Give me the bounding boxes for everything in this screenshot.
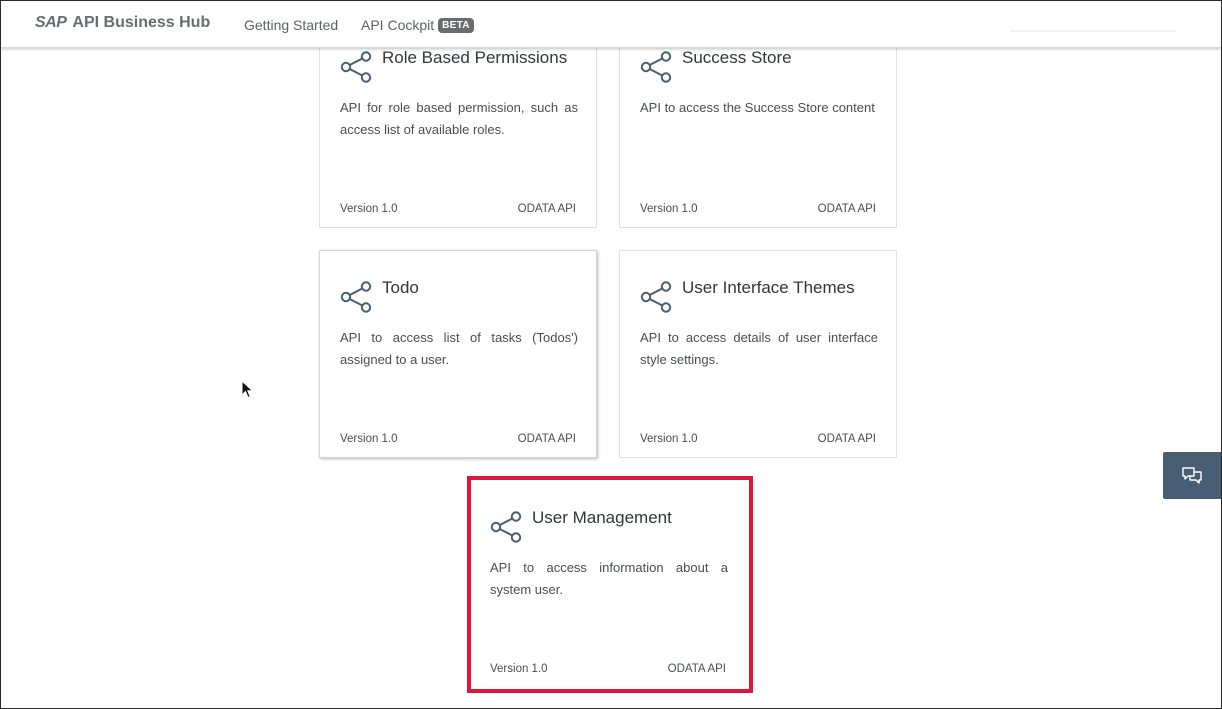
api-card-todo[interactable]: Todo API to access list of tasks (Todos'… [319,250,597,458]
brand-title: API Business Hub [72,14,211,31]
card-version: Version 1.0 [490,663,548,675]
share-icon [340,51,372,83]
card-version: Version 1.0 [640,433,698,445]
api-card-user-management[interactable]: User Management API to access informatio… [469,480,747,688]
api-card-user-interface-themes[interactable]: User Interface Themes API to access deta… [619,250,897,458]
card-version: Version 1.0 [640,203,698,215]
card-description: API to access details of user interface … [640,330,878,367]
card-title[interactable]: Success Store [682,48,792,68]
card-description: API to access list of tasks (Todos') ass… [340,330,578,367]
top-header: SAP API Business Hub Getting Started API… [1,1,1221,48]
card-api-type: ODATA API [817,433,876,445]
sap-logo: SAP [35,14,67,31]
card-description: API to access information about a system… [490,560,728,597]
card-title[interactable]: User Interface Themes [682,278,855,298]
api-card-success-store[interactable]: Success Store API to access the Success … [619,20,897,228]
header-placeholder [1010,30,1176,32]
api-card-role-based-permissions[interactable]: Role Based Permissions API for role base… [319,20,597,228]
beta-badge: BETA [438,17,474,33]
card-api-type: ODATA API [667,663,726,675]
share-icon [640,51,672,83]
share-icon [340,281,372,313]
share-icon [640,281,672,313]
card-api-type: ODATA API [517,433,576,445]
share-icon [490,511,522,543]
card-api-type: ODATA API [517,203,576,215]
card-title[interactable]: User Management [532,508,672,528]
card-api-type: ODATA API [817,203,876,215]
nav-api-cockpit-label: API Cockpit [361,17,435,33]
card-version: Version 1.0 [340,203,398,215]
brand-logo[interactable]: SAP API Business Hub [35,14,210,32]
card-description: API for role based permission, such as a… [340,100,578,137]
nav-api-cockpit[interactable]: API Cockpit BETA [361,17,474,33]
mouse-cursor-icon [241,380,254,399]
card-title[interactable]: Todo [382,278,419,298]
card-description: API to access the Success Store content [640,100,875,115]
card-title[interactable]: Role Based Permissions [382,48,567,68]
card-version: Version 1.0 [340,433,398,445]
feedback-button[interactable] [1163,452,1221,499]
nav-getting-started[interactable]: Getting Started [244,17,338,33]
chat-icon [1182,466,1202,484]
